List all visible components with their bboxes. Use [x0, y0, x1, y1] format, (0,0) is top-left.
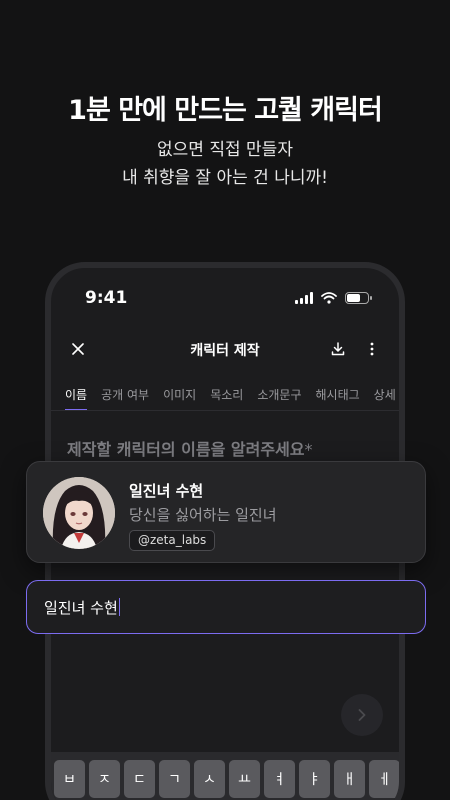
- promo-headline: 1분 만에 만드는 고퀄 캐릭터: [68, 95, 383, 126]
- more-options-button[interactable]: [361, 338, 383, 360]
- keyboard-row: ㅂ ㅈ ㄷ ㄱ ㅅ ㅛ ㅕ ㅑ ㅐ ㅔ: [54, 760, 399, 798]
- battery-icon: [345, 292, 372, 304]
- promo-subtitle-line-1: 없으면 직접 만들자: [157, 140, 293, 160]
- status-bar: 9:41: [51, 286, 399, 316]
- download-button[interactable]: [327, 338, 349, 360]
- tab-details[interactable]: 상세: [374, 386, 396, 411]
- key[interactable]: ㄱ: [159, 760, 190, 798]
- signal-icon: [295, 292, 313, 304]
- question-text: 제작할 캐릭터의 이름을 알려주세요: [67, 440, 305, 459]
- promo-subtitle: 없으면 직접 만들자 내 취향을 잘 아는 건 나니까!: [0, 136, 450, 192]
- key[interactable]: ㅂ: [54, 760, 85, 798]
- creator-handle-badge: @zeta_labs: [129, 530, 216, 551]
- status-icons: [295, 292, 372, 304]
- status-time: 9:41: [85, 288, 128, 308]
- key[interactable]: ㅕ: [264, 760, 295, 798]
- chevron-right-icon: [358, 709, 366, 721]
- app-bar: 캐릭터 제작: [51, 332, 399, 368]
- keyboard: ㅂ ㅈ ㄷ ㄱ ㅅ ㅛ ㅕ ㅑ ㅐ ㅔ: [51, 752, 399, 800]
- promo-subtitle-line-2: 내 취향을 잘 아는 건 나니까!: [122, 168, 328, 188]
- key[interactable]: ㅐ: [334, 760, 365, 798]
- tab-visibility[interactable]: 공개 여부: [101, 386, 149, 411]
- character-portrait-image: [43, 477, 115, 549]
- character-name: 일진녀 수현: [129, 482, 204, 500]
- tabs-divider: [51, 410, 399, 411]
- key[interactable]: ㅈ: [89, 760, 120, 798]
- tab-intro[interactable]: 소개문구: [257, 386, 301, 411]
- key[interactable]: ㅛ: [229, 760, 260, 798]
- character-name-input[interactable]: 일진녀 수현: [26, 580, 426, 634]
- key[interactable]: ㅅ: [194, 760, 225, 798]
- step-tabs: 이름 공개 여부 이미지 목소리 소개문구 해시태그 상세: [65, 386, 396, 411]
- input-value: 일진녀 수현: [44, 598, 118, 617]
- character-description: 당신을 싫어하는 일진녀: [129, 506, 277, 524]
- required-mark: *: [304, 440, 313, 459]
- tab-voice[interactable]: 목소리: [210, 386, 243, 411]
- tab-name[interactable]: 이름: [65, 386, 88, 411]
- next-button[interactable]: [341, 694, 383, 736]
- character-avatar: [43, 477, 115, 549]
- name-question: 제작할 캐릭터의 이름을 알려주세요*: [67, 436, 313, 460]
- key[interactable]: ㄷ: [124, 760, 155, 798]
- more-vertical-icon: [370, 342, 374, 356]
- text-caret: [118, 598, 121, 616]
- tab-image[interactable]: 이미지: [163, 386, 196, 411]
- character-preview-card: 일진녀 수현 당신을 싫어하는 일진녀 @zeta_labs: [26, 461, 426, 563]
- download-icon: [331, 342, 345, 356]
- key[interactable]: ㅔ: [369, 760, 399, 798]
- key[interactable]: ㅑ: [299, 760, 330, 798]
- wifi-icon: [321, 292, 337, 304]
- tab-hashtags[interactable]: 해시태그: [316, 386, 360, 411]
